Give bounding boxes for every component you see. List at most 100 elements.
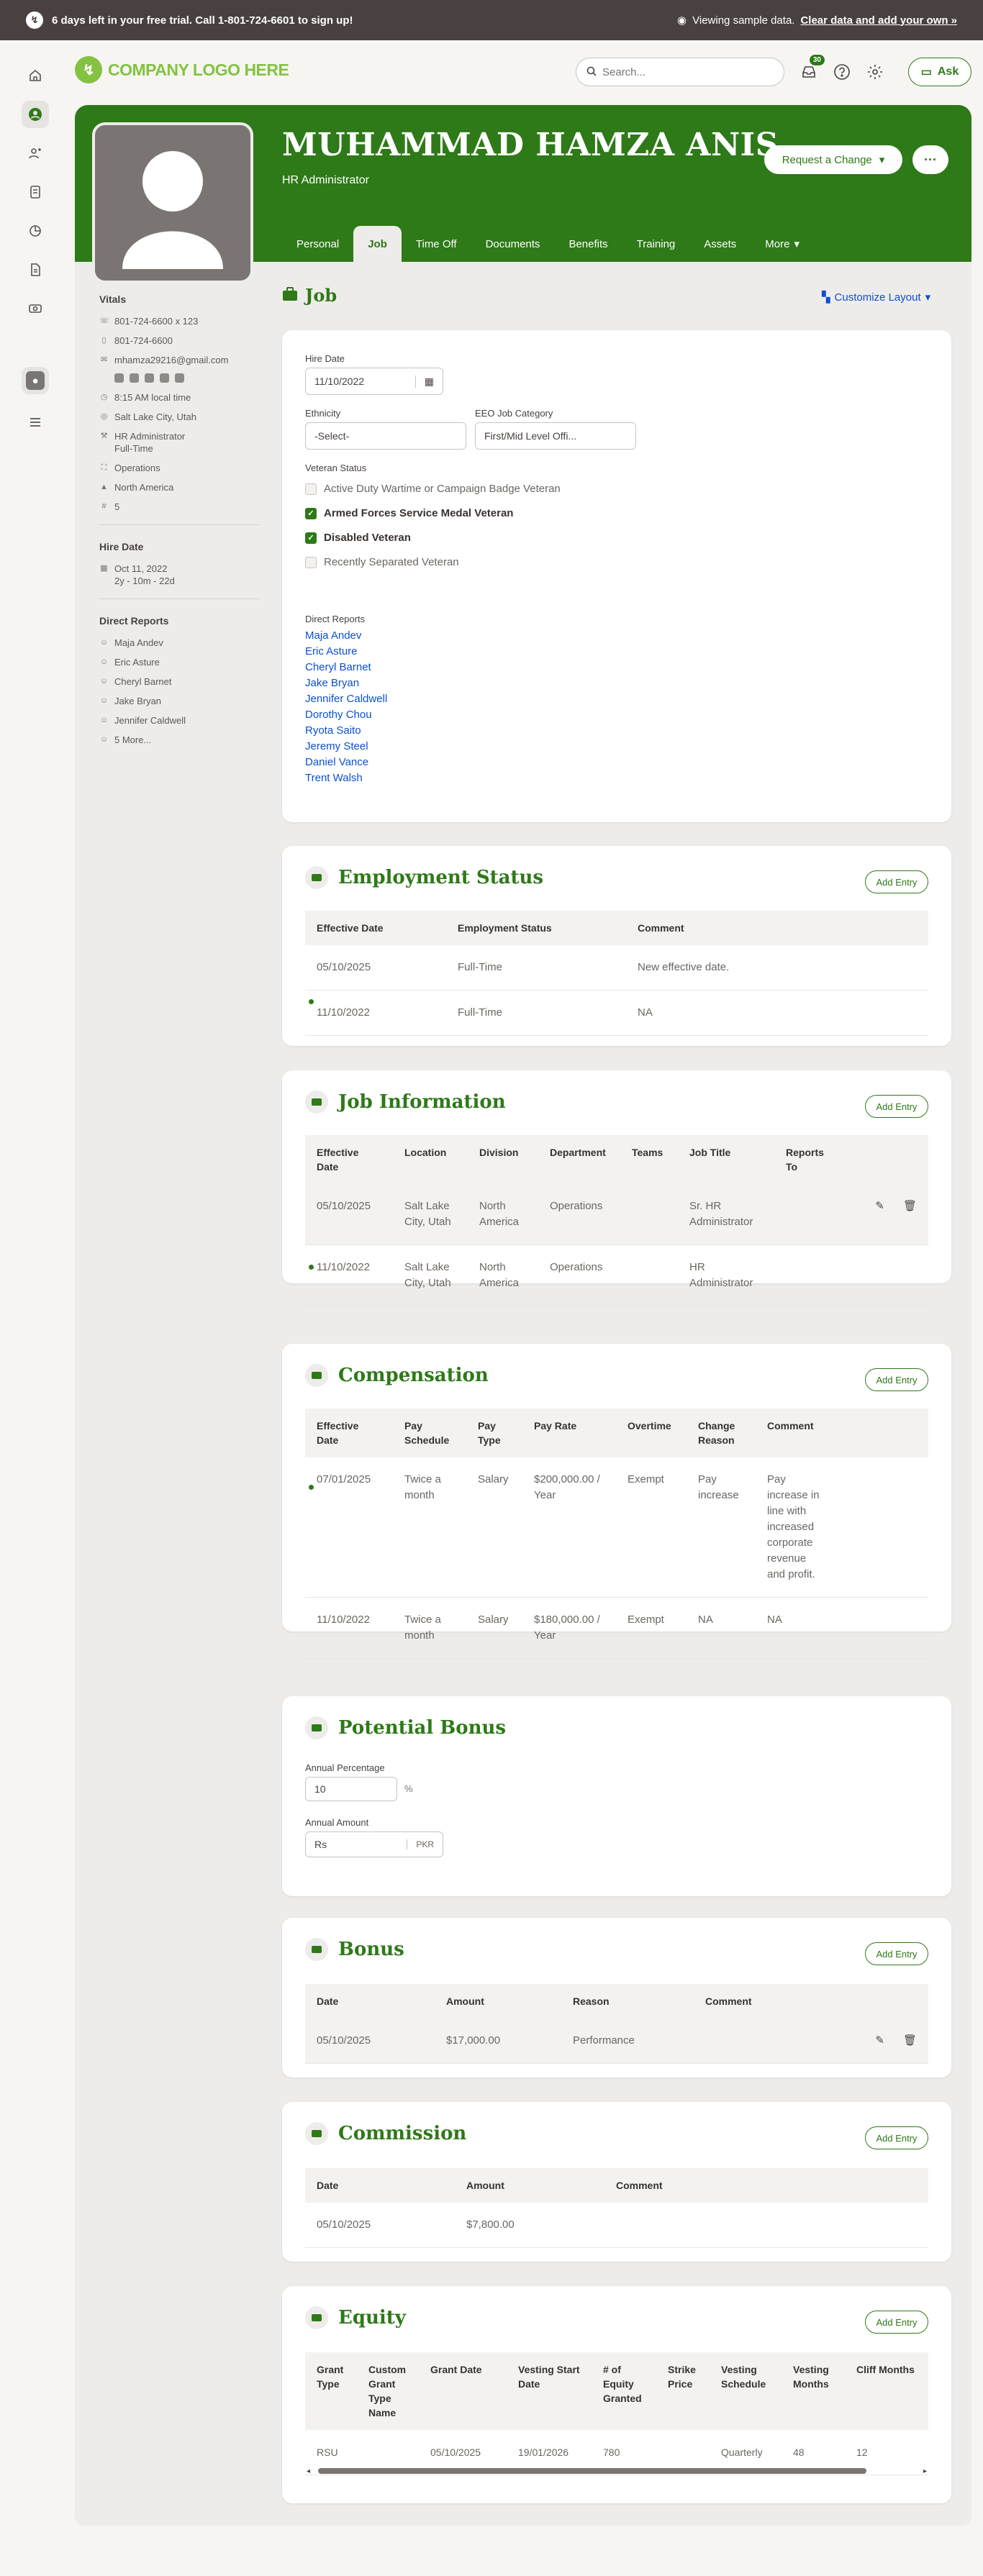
- add-entry-button[interactable]: Add Entry: [865, 1095, 928, 1118]
- scroll-right-icon[interactable]: ▸: [923, 2467, 927, 2475]
- edit-pencil-icon[interactable]: ✎: [875, 1198, 884, 1214]
- tab-training[interactable]: Training: [622, 226, 690, 262]
- table-row[interactable]: 05/10/2025 Full-Time New effective date.: [305, 945, 928, 991]
- table-row[interactable]: 11/10/2022 Salt Lake City, Utah North Amer…: [305, 1244, 928, 1306]
- veteran-checkbox[interactable]: Recently Separated Veteran: [305, 556, 459, 568]
- help-icon[interactable]: [830, 60, 853, 83]
- search-box[interactable]: [576, 58, 784, 86]
- payroll-icon[interactable]: [22, 295, 49, 322]
- direct-report-link[interactable]: Cheryl Barnet: [305, 660, 387, 675]
- eeo-category-select[interactable]: First/Mid Level Offi...: [475, 422, 636, 450]
- edit-pencil-icon[interactable]: ✎: [875, 2033, 884, 2049]
- tab-time-off[interactable]: Time Off: [402, 226, 471, 262]
- direct-report-link[interactable]: Maja Andev: [305, 628, 387, 644]
- veteran-checkbox[interactable]: Active Duty Wartime or Campaign Badge Ve…: [305, 483, 561, 495]
- reports-icon[interactable]: [22, 217, 49, 245]
- customize-layout-link[interactable]: ▚ Customize Layout ▾: [822, 291, 930, 304]
- twitter-icon[interactable]: [130, 373, 139, 383]
- table-row[interactable]: 11/10/2022 Twice a month Salary $180,000.00…: [305, 1597, 928, 1659]
- column-header: Comment: [694, 1984, 838, 2019]
- tab-job[interactable]: Job: [353, 226, 402, 262]
- direct-report-link[interactable]: Jake Bryan: [305, 675, 387, 691]
- table-row[interactable]: 07/01/2025 Twice a month Salary $200,000.00…: [305, 1457, 928, 1598]
- clear-data-link[interactable]: Clear data and add your own »: [800, 14, 957, 27]
- hiring-icon[interactable]: [22, 178, 49, 206]
- more-actions-button[interactable]: ···: [912, 145, 948, 174]
- mobile-phone[interactable]: 801-724-6600: [114, 334, 173, 347]
- direct-report-link[interactable]: Daniel Vance: [305, 755, 387, 770]
- table-row[interactable]: 05/10/2025 $7,800.00: [305, 2203, 928, 2248]
- user-avatar-icon[interactable]: ●: [22, 367, 49, 394]
- veteran-checkbox[interactable]: ✓ Disabled Veteran: [305, 532, 411, 544]
- inbox-icon[interactable]: 30: [797, 53, 826, 83]
- add-entry-button[interactable]: Add Entry: [865, 1942, 928, 1965]
- table-cell: 05/10/2025: [305, 945, 446, 991]
- company-logo[interactable]: ↯ COMPANY LOGO HERE: [75, 56, 289, 83]
- ask-button[interactable]: ▭ Ask: [908, 58, 971, 86]
- table-row[interactable]: 05/10/2025 $17,000.00 Performance ✎ 🗑: [305, 2019, 928, 2064]
- linkedin-icon[interactable]: [114, 373, 124, 383]
- direct-report-link[interactable]: Maja Andev: [114, 637, 163, 649]
- ethnicity-select[interactable]: -Select-: [305, 422, 466, 450]
- checkmark-icon[interactable]: ✓: [305, 507, 317, 519]
- division-icon: ▲: [100, 483, 108, 491]
- files-icon[interactable]: [22, 256, 49, 283]
- instagram-icon[interactable]: [175, 373, 184, 383]
- direct-report-link[interactable]: Jennifer Caldwell: [305, 691, 387, 707]
- direct-report-link[interactable]: Jennifer Caldwell: [114, 714, 186, 727]
- tab-more[interactable]: More ▾: [751, 226, 814, 262]
- menu-icon[interactable]: [22, 409, 49, 436]
- table-row[interactable]: 11/10/2022 Full-Time NA: [305, 990, 928, 1036]
- column-header: # of Equity Granted: [592, 2352, 656, 2430]
- request-change-button[interactable]: Request a Change ▾: [764, 145, 902, 174]
- person-icon: ☺: [99, 638, 109, 647]
- scroll-left-icon[interactable]: ◂: [307, 2467, 310, 2475]
- customize-label: Customize Layout: [834, 291, 921, 304]
- calendar-picker-icon[interactable]: ▦: [415, 375, 434, 388]
- tab-assets[interactable]: Assets: [689, 226, 751, 262]
- more-reports-link[interactable]: 5 More...: [114, 734, 151, 746]
- search-input[interactable]: [602, 65, 761, 78]
- checkbox-box[interactable]: [305, 483, 317, 495]
- trash-icon[interactable]: 🗑: [903, 1198, 917, 1214]
- vitals-job-title: HR Administrator: [114, 431, 186, 442]
- direct-report-link[interactable]: Cheryl Barnet: [114, 675, 171, 688]
- equity-card: Equity Add Entry Grant Type Custom Grant …: [282, 2286, 951, 2503]
- table-row[interactable]: 05/10/2025 Salt Lake City, Utah North Amer…: [305, 1184, 928, 1245]
- horizontal-scrollbar[interactable]: ◂ ▸: [305, 2466, 928, 2476]
- email-address[interactable]: mhamza29216@gmail.com: [114, 354, 228, 366]
- trash-icon[interactable]: 🗑: [903, 2033, 917, 2049]
- checkmark-icon[interactable]: ✓: [305, 532, 317, 544]
- add-entry-button[interactable]: Add Entry: [865, 1368, 928, 1391]
- add-entry-button[interactable]: Add Entry: [865, 870, 928, 893]
- tab-personal[interactable]: Personal: [282, 226, 353, 262]
- direct-report-link[interactable]: Eric Asture: [114, 656, 160, 668]
- trial-call[interactable]: Call 1-801-724-6601 to sign up!: [195, 14, 353, 27]
- direct-report-link[interactable]: Dorothy Chou: [305, 707, 387, 723]
- hire-date-input[interactable]: 11/10/2022 ▦: [305, 368, 443, 395]
- scrollbar-thumb[interactable]: [318, 2468, 866, 2474]
- work-phone[interactable]: 801-724-6600 x 123: [114, 315, 198, 327]
- checkbox-box[interactable]: [305, 556, 317, 568]
- facebook-icon[interactable]: [145, 373, 154, 383]
- column-header: Grant Type: [305, 2352, 357, 2430]
- pinterest-icon[interactable]: [160, 373, 169, 383]
- my-info-icon[interactable]: [22, 101, 49, 128]
- people-icon[interactable]: [22, 140, 49, 167]
- logo-leaf-icon: ↯: [75, 56, 102, 83]
- home-icon[interactable]: [22, 62, 49, 89]
- tab-documents[interactable]: Documents: [471, 226, 555, 262]
- direct-report-link[interactable]: Jeremy Steel: [305, 739, 387, 755]
- annual-percentage-input[interactable]: 10: [305, 1777, 397, 1801]
- add-entry-button[interactable]: Add Entry: [865, 2126, 928, 2149]
- direct-report-link[interactable]: Ryota Saito: [305, 723, 387, 739]
- tab-benefits[interactable]: Benefits: [554, 226, 622, 262]
- annual-amount-input[interactable]: Rs PKR: [305, 1831, 443, 1857]
- add-entry-button[interactable]: Add Entry: [865, 2311, 928, 2334]
- direct-report-link[interactable]: Eric Asture: [305, 644, 387, 660]
- direct-report-link[interactable]: Jake Bryan: [114, 695, 161, 707]
- direct-report-link[interactable]: Trent Walsh: [305, 770, 387, 786]
- veteran-checkbox[interactable]: ✓ Armed Forces Service Medal Veteran: [305, 507, 513, 519]
- profile-photo[interactable]: [92, 122, 253, 283]
- settings-gear-icon[interactable]: [864, 60, 887, 83]
